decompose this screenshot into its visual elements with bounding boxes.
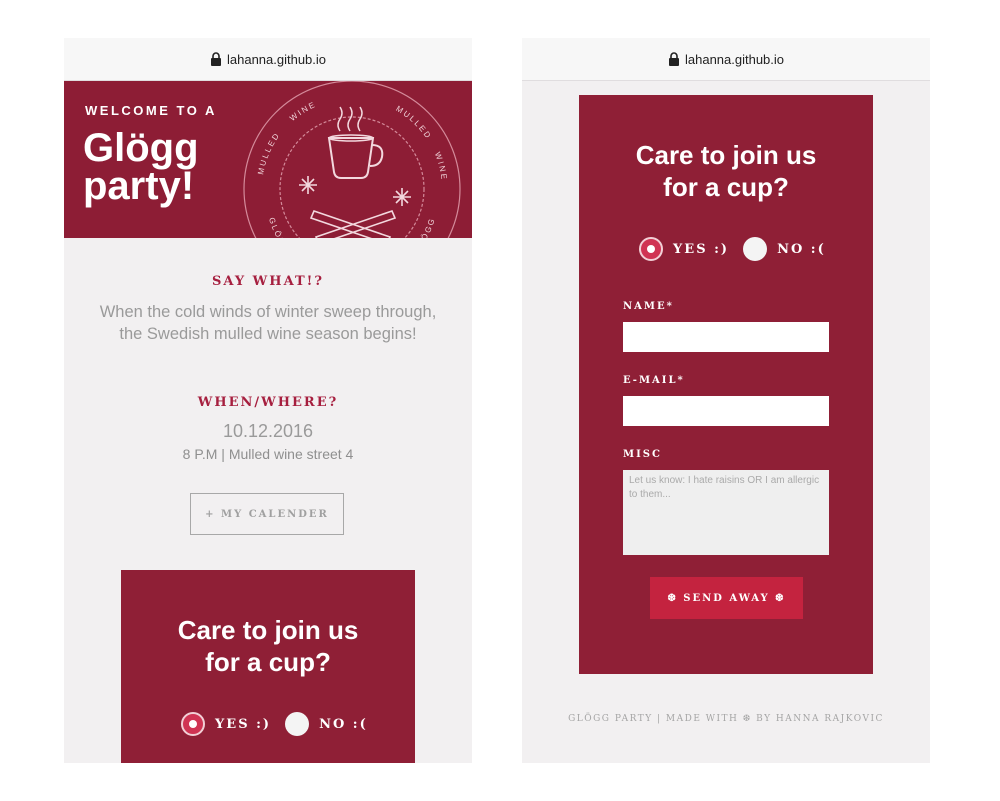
hero-title-line1: Glögg: [83, 126, 199, 170]
welcome-text: WELCOME TO A: [85, 103, 217, 118]
event-date: 10.12.2016: [222, 421, 314, 441]
about-section: SAY WHAT!? When the cold winds of winter…: [64, 274, 472, 345]
event-section: WHEN/WHERE? 10.12.2016 8 P.M | Mulled wi…: [64, 395, 472, 462]
footer-text: GLÖGG PARTY | MADE WITH ❆ BY HANNA RAJKO…: [568, 714, 884, 724]
badge-word-4: WINE: [433, 151, 449, 182]
badge-word-6: GLÖGG: [411, 216, 437, 238]
url-text: lahanna.github.io: [684, 51, 785, 67]
svg-text:WINE: WINE: [433, 151, 449, 182]
yes-label: YES :): [673, 241, 730, 257]
name-input[interactable]: [623, 322, 829, 352]
when-where-heading: WHEN/WHERE?: [197, 395, 339, 410]
svg-text:GLÖGG: GLÖGG: [267, 216, 293, 238]
yes-radio[interactable]: [639, 237, 663, 261]
rsvp-card: Care to join us for a cup? YES :) NO :( …: [579, 95, 873, 674]
mulled-wine-badge-icon: MULLED WINE MULLED WINE GLÖGG GLÖGG: [243, 81, 461, 238]
rsvp-title: Care to join us for a cup?: [177, 615, 359, 677]
url-text: lahanna.github.io: [226, 51, 327, 67]
rsvp-radio-group: YES :) NO :(: [639, 237, 840, 261]
address-bar[interactable]: lahanna.github.io: [522, 38, 930, 81]
lock-icon: [668, 52, 679, 66]
radio-dot-icon: [189, 720, 197, 728]
email-input[interactable]: [623, 396, 829, 426]
rsvp-card: Care to join us for a cup? YES :) NO :(: [121, 570, 415, 763]
badge-word-1: MULLED: [256, 130, 282, 175]
svg-text:GLÖGG: GLÖGG: [411, 216, 437, 238]
hero-banner: WELCOME TO A Glögg party! MULLED WINE MU…: [64, 81, 472, 238]
phone-screen-right: lahanna.github.io Care to join us for a …: [522, 38, 930, 763]
send-away-button[interactable]: ❆ SEND AWAY ❆: [650, 577, 803, 619]
hero-title-line2: party!: [83, 164, 195, 208]
email-label: E-MAIL*: [623, 375, 685, 386]
rsvp-radio-group: YES :) NO :(: [181, 712, 382, 736]
no-radio[interactable]: [743, 237, 768, 261]
phone-screen-left: lahanna.github.io WELCOME TO A Glögg par…: [64, 38, 472, 763]
no-label: NO :(: [319, 716, 368, 732]
no-radio[interactable]: [285, 712, 310, 736]
yes-label: YES :): [215, 716, 272, 732]
radio-dot-icon: [647, 245, 655, 253]
misc-label: MISC: [623, 449, 662, 460]
rsvp-title: Care to join us for a cup?: [635, 140, 817, 202]
badge-word-2: WINE: [288, 100, 318, 123]
yes-radio[interactable]: [181, 712, 205, 736]
my-calendar-button[interactable]: + MY CALENDER: [190, 493, 344, 535]
about-text: When the cold winds of winter sweep thro…: [99, 303, 437, 343]
badge-word-5: GLÖGG: [267, 216, 293, 238]
event-place: 8 P.M | Mulled wine street 4: [182, 446, 354, 462]
svg-text:WINE: WINE: [288, 100, 318, 123]
misc-textarea[interactable]: [623, 470, 829, 555]
say-what-heading: SAY WHAT!?: [212, 274, 324, 289]
address-bar[interactable]: lahanna.github.io: [64, 38, 472, 81]
name-label: NAME*: [623, 301, 674, 312]
hero-title: Glögg party!: [83, 126, 233, 208]
no-label: NO :(: [777, 241, 826, 257]
svg-text:MULLED: MULLED: [256, 130, 282, 175]
lock-icon: [210, 52, 221, 66]
